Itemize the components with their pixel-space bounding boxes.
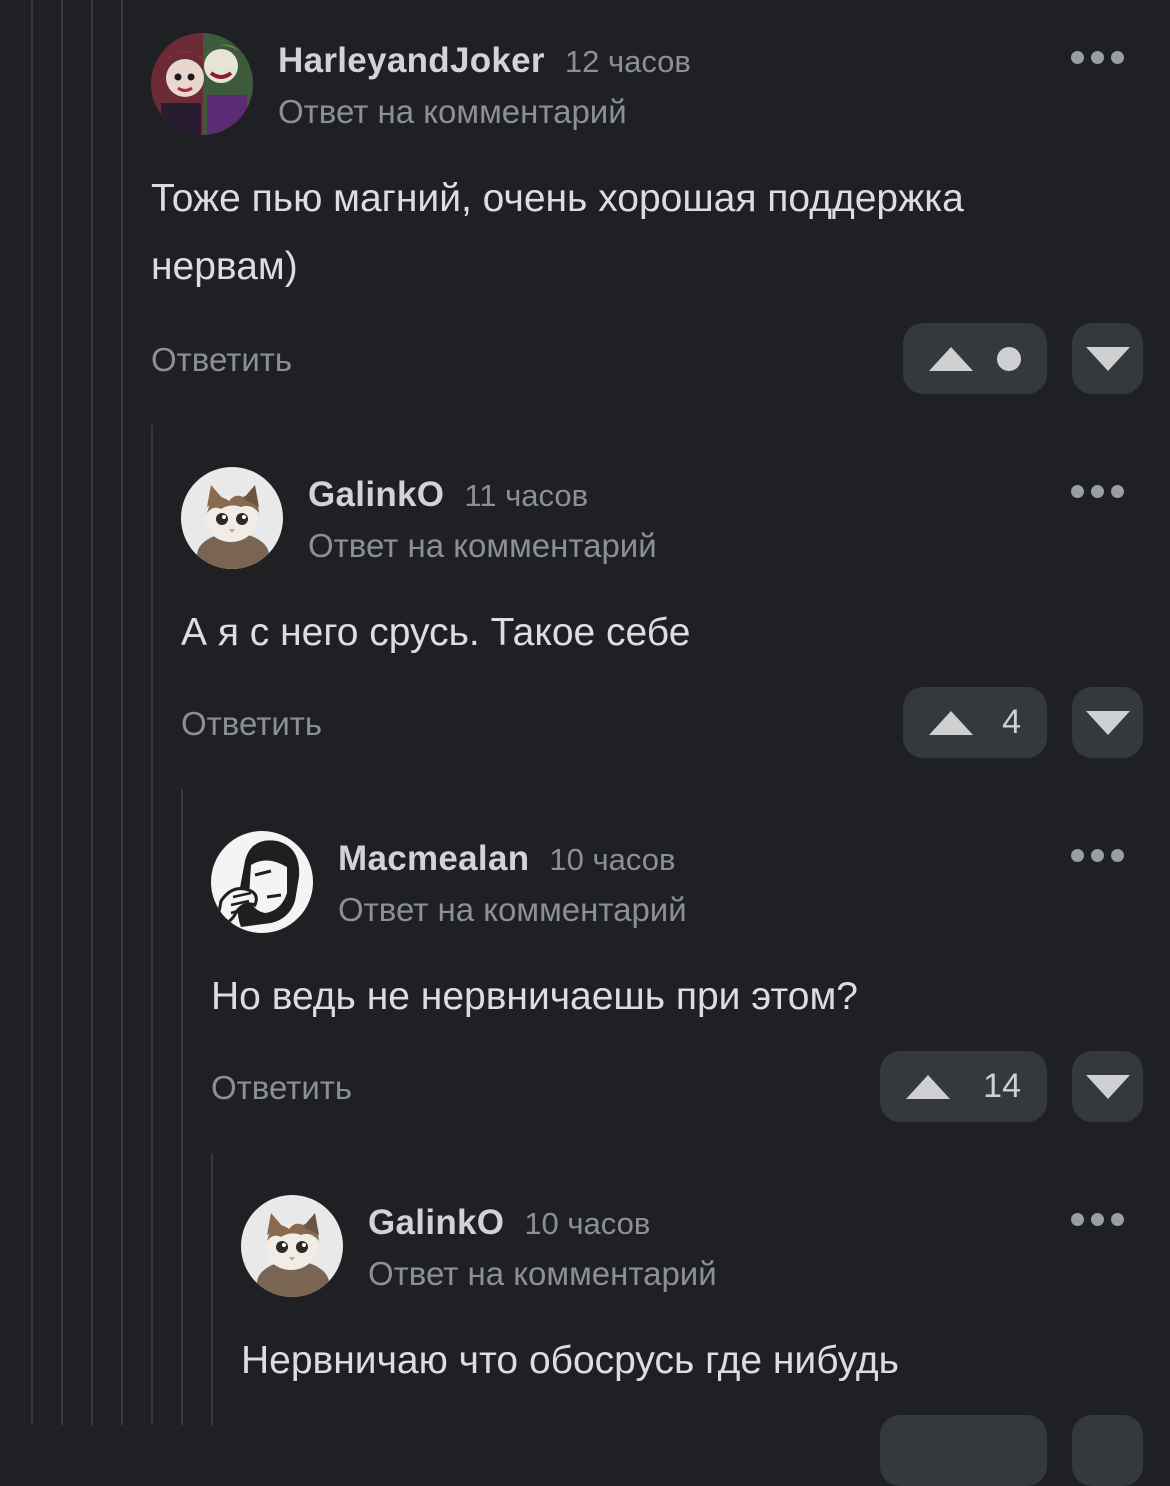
reply-to-link[interactable]: Ответ на комментарий: [278, 93, 627, 131]
reply-button[interactable]: Ответить: [181, 705, 322, 743]
avatar[interactable]: [151, 33, 253, 135]
thread-line[interactable]: [181, 789, 183, 1425]
comment-time: 10 часов: [524, 1206, 651, 1241]
more-dots-icon[interactable]: [1071, 849, 1124, 862]
thread-line[interactable]: [31, 0, 33, 1425]
downvote-button[interactable]: [1072, 687, 1143, 758]
rating-count: 14: [983, 1067, 1021, 1105]
comment-text-line: А я с него срусь. Такое себе: [181, 611, 691, 654]
comment-text: Тоже пью магний, очень хорошая поддержка…: [151, 165, 964, 301]
author-name[interactable]: GalinkO: [308, 475, 444, 515]
comment-text: Но ведь не нервничаешь при этом?: [211, 963, 858, 1031]
thread-line[interactable]: [121, 0, 123, 1425]
thread-line[interactable]: [91, 0, 93, 1425]
upvote-button[interactable]: 14: [880, 1051, 1047, 1122]
downvote-button[interactable]: [1072, 323, 1143, 394]
thread-line[interactable]: [151, 425, 153, 1425]
upvote-button[interactable]: [880, 1415, 1047, 1486]
comment: HarleyandJoker 12 часов Ответ на коммент…: [151, 33, 1170, 403]
upvote-button[interactable]: [903, 323, 1047, 394]
author-name[interactable]: GalinkO: [368, 1203, 504, 1243]
triangle-up-icon: [906, 1074, 950, 1099]
rating-count: 4: [1002, 703, 1021, 741]
comment-time: 12 часов: [564, 44, 691, 79]
more-dots-icon[interactable]: [1071, 1213, 1124, 1226]
triangle-up-icon: [929, 346, 973, 371]
triangle-up-icon: [929, 710, 973, 735]
downvote-button[interactable]: [1072, 1415, 1143, 1486]
upvote-button[interactable]: 4: [903, 687, 1047, 758]
thread-line[interactable]: [211, 1153, 213, 1425]
triangle-down-icon: [1085, 710, 1130, 735]
comment: GalinkO 10 часов Ответ на комментарий Не…: [241, 1195, 1170, 1486]
triangle-down-icon: [1085, 1074, 1130, 1099]
reply-button[interactable]: Ответить: [151, 341, 292, 379]
reply-button[interactable]: Ответить: [211, 1069, 352, 1107]
avatar[interactable]: [211, 831, 313, 933]
author-row: GalinkO 11 часов: [308, 475, 588, 515]
avatar[interactable]: [181, 467, 283, 569]
author-row: HarleyandJoker 12 часов: [278, 41, 691, 81]
author-row: GalinkO 10 часов: [368, 1203, 650, 1243]
author-name[interactable]: Macmealan: [338, 839, 529, 879]
comment-text: Нервничаю что обосрусь где нибудь: [241, 1327, 899, 1395]
reply-to-link[interactable]: Ответ на комментарий: [308, 527, 657, 565]
reply-to-link[interactable]: Ответ на комментарий: [338, 891, 687, 929]
comment-time: 10 часов: [549, 842, 676, 877]
comment-text-line: нервам): [151, 245, 298, 288]
dot-icon: [997, 346, 1021, 371]
avatar[interactable]: [241, 1195, 343, 1297]
author-row: Macmealan 10 часов: [338, 839, 675, 879]
thread-line[interactable]: [61, 0, 63, 1425]
comment-text-line: Нервничаю что обосрусь где нибудь: [241, 1339, 899, 1382]
comment-text-line: Тоже пью магний, очень хорошая поддержка: [151, 177, 964, 220]
more-dots-icon[interactable]: [1071, 51, 1124, 64]
reply-to-link[interactable]: Ответ на комментарий: [368, 1255, 717, 1293]
comment-text: А я с него срусь. Такое себе: [181, 599, 690, 667]
triangle-down-icon: [1085, 346, 1130, 371]
comment: Macmealan 10 часов Ответ на комментарий …: [211, 831, 1170, 1131]
more-dots-icon[interactable]: [1071, 485, 1124, 498]
comment-text-line: Но ведь не нервничаешь при этом?: [211, 975, 858, 1018]
comment-time: 11 часов: [464, 478, 589, 513]
author-name[interactable]: HarleyandJoker: [278, 41, 545, 81]
downvote-button[interactable]: [1072, 1051, 1143, 1122]
comment: GalinkO 11 часов Ответ на комментарий А …: [181, 467, 1170, 767]
